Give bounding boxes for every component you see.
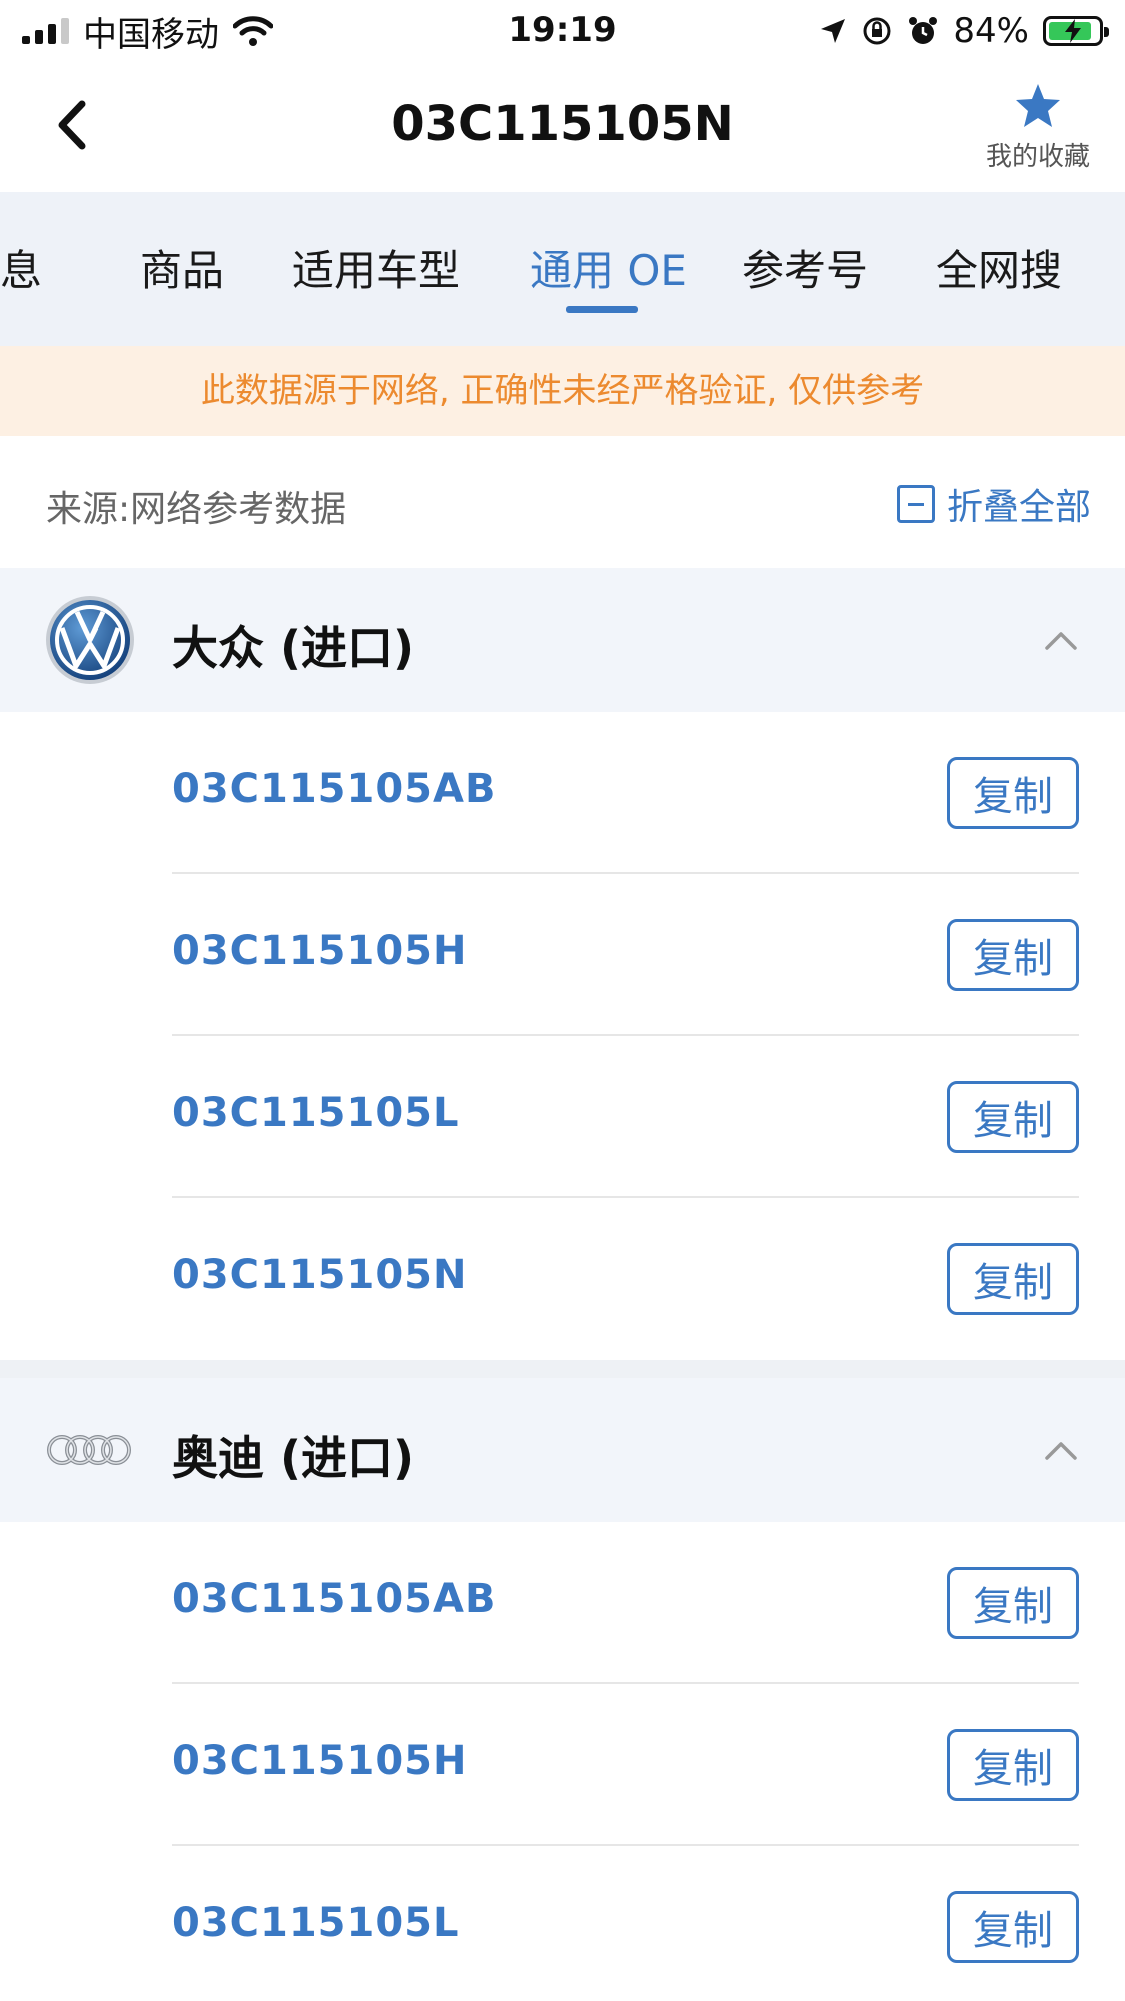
page-title: 03C115105N (391, 96, 734, 152)
source-row: 来源:网络参考数据 折叠全部 (0, 436, 1125, 568)
brand-name: 奥迪 (进口) (172, 1431, 415, 1485)
status-right: 84% (819, 10, 1109, 52)
tab-reference-number[interactable]: 参考号 (742, 237, 868, 298)
star-icon (1016, 84, 1060, 127)
brand-group-header[interactable]: 大众 (进口) (0, 568, 1125, 712)
alarm-icon (909, 17, 938, 44)
location-arrow-icon (821, 19, 846, 43)
oe-list-item: 03C115105L 复制 (0, 1036, 1125, 1198)
status-bar: 中国移动 19:19 84% (0, 0, 1125, 62)
tab-compatible-models[interactable]: 适用车型 (292, 237, 460, 298)
brand-name: 大众 (进口) (172, 621, 415, 675)
oe-list-item: 03C115105L 复制 (0, 1846, 1125, 2001)
copy-button[interactable]: 复制 (947, 919, 1079, 991)
chevron-up-icon (1045, 632, 1077, 650)
tab-web-search[interactable]: 全网搜 (936, 237, 1062, 298)
copy-button[interactable]: 复制 (947, 1729, 1079, 1801)
oe-code[interactable]: 03C115105AB (172, 1576, 496, 1622)
brand-group-header[interactable]: 奥迪 (进口) (0, 1378, 1125, 1522)
battery-charging-icon (1043, 16, 1109, 46)
collapse-all-label: 折叠全部 (946, 487, 1091, 528)
battery-percentage: 84% (953, 11, 1029, 51)
favorite-button[interactable]: 我的收藏 (983, 82, 1093, 173)
oe-code[interactable]: 03C115105H (172, 928, 468, 974)
oe-code[interactable]: 03C115105H (172, 1738, 468, 1784)
section-separator (0, 1360, 1125, 1378)
tab-info[interactable]: 信息 (0, 237, 42, 298)
tab-products[interactable]: 商品 (140, 237, 224, 298)
copy-button[interactable]: 复制 (947, 1891, 1079, 1963)
orientation-lock-icon (863, 17, 891, 45)
oe-code[interactable]: 03C115105AB (172, 766, 496, 812)
oe-code[interactable]: 03C115105N (172, 1252, 468, 1298)
collapse-all-button[interactable]: 折叠全部 (896, 478, 1091, 530)
tab-bar: 信息 商品 适用车型 通用 OE 参考号 全网搜 (0, 192, 1125, 346)
source-label: 来源:网络参考数据 (46, 489, 347, 530)
chevron-up-icon (1045, 1442, 1077, 1460)
active-tab-indicator (566, 306, 638, 313)
oe-list-item: 03C115105N 复制 (0, 1198, 1125, 1360)
copy-button[interactable]: 复制 (947, 757, 1079, 829)
oe-list-item: 03C115105H 复制 (0, 874, 1125, 1036)
oe-code[interactable]: 03C115105L (172, 1900, 460, 1946)
copy-button[interactable]: 复制 (947, 1243, 1079, 1315)
oe-list-item: 03C115105H 复制 (0, 1684, 1125, 1846)
vw-logo-icon (46, 596, 134, 684)
navigation-bar: 03C115105N 我的收藏 (0, 62, 1125, 192)
audi-logo-icon (47, 1435, 131, 1465)
copy-button[interactable]: 复制 (947, 1081, 1079, 1153)
oe-list-item: 03C115105AB 复制 (0, 712, 1125, 874)
tab-common-oe[interactable]: 通用 OE (530, 237, 687, 298)
oe-list-item: 03C115105AB 复制 (0, 1522, 1125, 1684)
oe-code[interactable]: 03C115105L (172, 1090, 460, 1136)
favorite-label: 我的收藏 (985, 142, 1090, 172)
collapse-icon (896, 485, 935, 523)
disclaimer-banner: 此数据源于网络, 正确性未经严格验证, 仅供参考 (0, 346, 1125, 436)
copy-button[interactable]: 复制 (947, 1567, 1079, 1639)
